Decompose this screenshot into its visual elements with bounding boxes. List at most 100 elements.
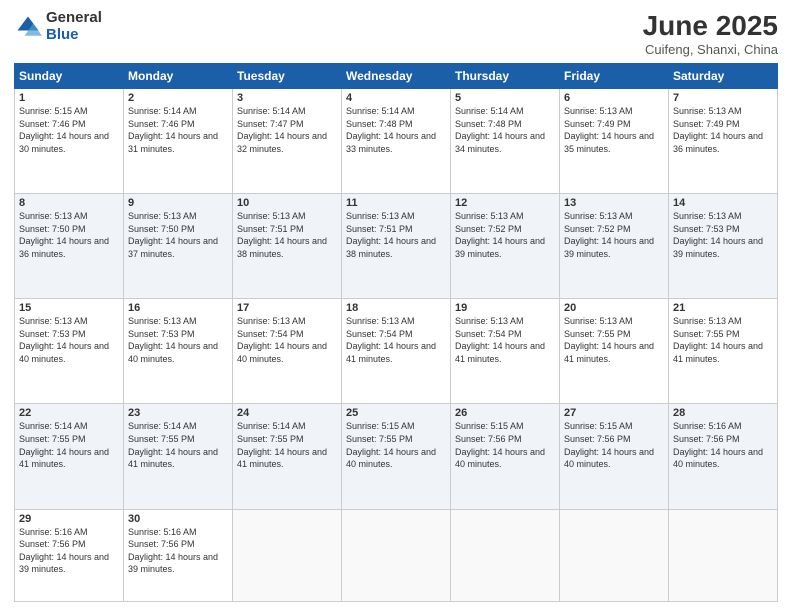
calendar-cell: 4 Sunrise: 5:14 AMSunset: 7:48 PMDayligh… <box>342 89 451 194</box>
day-info: Sunrise: 5:13 AMSunset: 7:54 PMDaylight:… <box>455 316 545 364</box>
day-info: Sunrise: 5:13 AMSunset: 7:53 PMDaylight:… <box>673 211 763 259</box>
day-number: 2 <box>128 92 228 104</box>
calendar-cell <box>342 509 451 602</box>
day-number: 20 <box>564 302 664 314</box>
day-info: Sunrise: 5:14 AMSunset: 7:55 PMDaylight:… <box>128 421 218 469</box>
calendar-cell <box>233 509 342 602</box>
calendar-cell: 16 Sunrise: 5:13 AMSunset: 7:53 PMDaylig… <box>124 299 233 404</box>
calendar-cell: 29 Sunrise: 5:16 AMSunset: 7:56 PMDaylig… <box>15 509 124 602</box>
day-number: 6 <box>564 92 664 104</box>
day-info: Sunrise: 5:15 AMSunset: 7:56 PMDaylight:… <box>455 421 545 469</box>
calendar-cell: 21 Sunrise: 5:13 AMSunset: 7:55 PMDaylig… <box>669 299 778 404</box>
logo-text: General Blue <box>46 10 102 43</box>
day-number: 13 <box>564 197 664 209</box>
day-info: Sunrise: 5:13 AMSunset: 7:54 PMDaylight:… <box>237 316 327 364</box>
day-number: 29 <box>19 513 119 525</box>
title-block: June 2025 Cuifeng, Shanxi, China <box>643 10 778 57</box>
day-info: Sunrise: 5:13 AMSunset: 7:54 PMDaylight:… <box>346 316 436 364</box>
calendar-cell <box>669 509 778 602</box>
page: General Blue June 2025 Cuifeng, Shanxi, … <box>0 0 792 612</box>
day-info: Sunrise: 5:13 AMSunset: 7:55 PMDaylight:… <box>564 316 654 364</box>
day-number: 5 <box>455 92 555 104</box>
day-number: 16 <box>128 302 228 314</box>
day-info: Sunrise: 5:15 AMSunset: 7:56 PMDaylight:… <box>564 421 654 469</box>
calendar-week-4: 22 Sunrise: 5:14 AMSunset: 7:55 PMDaylig… <box>15 404 778 509</box>
day-number: 7 <box>673 92 773 104</box>
calendar-cell <box>560 509 669 602</box>
day-info: Sunrise: 5:13 AMSunset: 7:51 PMDaylight:… <box>237 211 327 259</box>
calendar-cell: 5 Sunrise: 5:14 AMSunset: 7:48 PMDayligh… <box>451 89 560 194</box>
day-info: Sunrise: 5:13 AMSunset: 7:50 PMDaylight:… <box>128 211 218 259</box>
day-number: 11 <box>346 197 446 209</box>
day-info: Sunrise: 5:13 AMSunset: 7:53 PMDaylight:… <box>128 316 218 364</box>
day-info: Sunrise: 5:13 AMSunset: 7:52 PMDaylight:… <box>564 211 654 259</box>
day-number: 22 <box>19 407 119 419</box>
day-number: 9 <box>128 197 228 209</box>
calendar-cell: 22 Sunrise: 5:14 AMSunset: 7:55 PMDaylig… <box>15 404 124 509</box>
calendar-header-row: SundayMondayTuesdayWednesdayThursdayFrid… <box>15 64 778 89</box>
calendar-cell: 20 Sunrise: 5:13 AMSunset: 7:55 PMDaylig… <box>560 299 669 404</box>
calendar-cell: 18 Sunrise: 5:13 AMSunset: 7:54 PMDaylig… <box>342 299 451 404</box>
calendar-cell: 27 Sunrise: 5:15 AMSunset: 7:56 PMDaylig… <box>560 404 669 509</box>
day-info: Sunrise: 5:14 AMSunset: 7:47 PMDaylight:… <box>237 106 327 154</box>
calendar-cell: 1 Sunrise: 5:15 AMSunset: 7:46 PMDayligh… <box>15 89 124 194</box>
calendar-cell: 15 Sunrise: 5:13 AMSunset: 7:53 PMDaylig… <box>15 299 124 404</box>
calendar-table: SundayMondayTuesdayWednesdayThursdayFrid… <box>14 63 778 602</box>
calendar-cell: 24 Sunrise: 5:14 AMSunset: 7:55 PMDaylig… <box>233 404 342 509</box>
calendar-cell: 19 Sunrise: 5:13 AMSunset: 7:54 PMDaylig… <box>451 299 560 404</box>
calendar-week-5: 29 Sunrise: 5:16 AMSunset: 7:56 PMDaylig… <box>15 509 778 602</box>
calendar-cell: 13 Sunrise: 5:13 AMSunset: 7:52 PMDaylig… <box>560 194 669 299</box>
day-number: 4 <box>346 92 446 104</box>
day-header-thursday: Thursday <box>451 64 560 89</box>
day-header-tuesday: Tuesday <box>233 64 342 89</box>
day-info: Sunrise: 5:13 AMSunset: 7:55 PMDaylight:… <box>673 316 763 364</box>
day-number: 24 <box>237 407 337 419</box>
calendar-cell: 26 Sunrise: 5:15 AMSunset: 7:56 PMDaylig… <box>451 404 560 509</box>
day-info: Sunrise: 5:15 AMSunset: 7:55 PMDaylight:… <box>346 421 436 469</box>
day-info: Sunrise: 5:14 AMSunset: 7:55 PMDaylight:… <box>19 421 109 469</box>
calendar-cell: 6 Sunrise: 5:13 AMSunset: 7:49 PMDayligh… <box>560 89 669 194</box>
day-header-saturday: Saturday <box>669 64 778 89</box>
calendar-cell: 9 Sunrise: 5:13 AMSunset: 7:50 PMDayligh… <box>124 194 233 299</box>
logo-general: General <box>46 9 102 26</box>
day-info: Sunrise: 5:15 AMSunset: 7:46 PMDaylight:… <box>19 106 109 154</box>
day-number: 26 <box>455 407 555 419</box>
day-info: Sunrise: 5:13 AMSunset: 7:53 PMDaylight:… <box>19 316 109 364</box>
logo: General Blue <box>14 10 102 43</box>
day-info: Sunrise: 5:14 AMSunset: 7:46 PMDaylight:… <box>128 106 218 154</box>
day-info: Sunrise: 5:16 AMSunset: 7:56 PMDaylight:… <box>673 421 763 469</box>
logo-icon <box>14 13 42 41</box>
day-number: 28 <box>673 407 773 419</box>
day-number: 30 <box>128 513 228 525</box>
day-header-friday: Friday <box>560 64 669 89</box>
day-number: 1 <box>19 92 119 104</box>
day-header-sunday: Sunday <box>15 64 124 89</box>
calendar-week-2: 8 Sunrise: 5:13 AMSunset: 7:50 PMDayligh… <box>15 194 778 299</box>
day-info: Sunrise: 5:13 AMSunset: 7:49 PMDaylight:… <box>564 106 654 154</box>
calendar-cell: 7 Sunrise: 5:13 AMSunset: 7:49 PMDayligh… <box>669 89 778 194</box>
day-number: 10 <box>237 197 337 209</box>
calendar-cell: 11 Sunrise: 5:13 AMSunset: 7:51 PMDaylig… <box>342 194 451 299</box>
day-info: Sunrise: 5:14 AMSunset: 7:55 PMDaylight:… <box>237 421 327 469</box>
calendar-cell: 30 Sunrise: 5:16 AMSunset: 7:56 PMDaylig… <box>124 509 233 602</box>
calendar-cell: 8 Sunrise: 5:13 AMSunset: 7:50 PMDayligh… <box>15 194 124 299</box>
calendar-cell: 10 Sunrise: 5:13 AMSunset: 7:51 PMDaylig… <box>233 194 342 299</box>
day-header-monday: Monday <box>124 64 233 89</box>
month-title: June 2025 <box>643 10 778 42</box>
calendar-cell: 12 Sunrise: 5:13 AMSunset: 7:52 PMDaylig… <box>451 194 560 299</box>
calendar-cell: 17 Sunrise: 5:13 AMSunset: 7:54 PMDaylig… <box>233 299 342 404</box>
day-info: Sunrise: 5:16 AMSunset: 7:56 PMDaylight:… <box>128 527 218 575</box>
day-info: Sunrise: 5:13 AMSunset: 7:49 PMDaylight:… <box>673 106 763 154</box>
calendar-cell: 2 Sunrise: 5:14 AMSunset: 7:46 PMDayligh… <box>124 89 233 194</box>
day-info: Sunrise: 5:13 AMSunset: 7:51 PMDaylight:… <box>346 211 436 259</box>
location: Cuifeng, Shanxi, China <box>643 42 778 57</box>
header: General Blue June 2025 Cuifeng, Shanxi, … <box>14 10 778 57</box>
day-number: 3 <box>237 92 337 104</box>
day-number: 25 <box>346 407 446 419</box>
day-info: Sunrise: 5:13 AMSunset: 7:50 PMDaylight:… <box>19 211 109 259</box>
day-info: Sunrise: 5:14 AMSunset: 7:48 PMDaylight:… <box>346 106 436 154</box>
calendar-cell: 14 Sunrise: 5:13 AMSunset: 7:53 PMDaylig… <box>669 194 778 299</box>
calendar-week-3: 15 Sunrise: 5:13 AMSunset: 7:53 PMDaylig… <box>15 299 778 404</box>
day-number: 12 <box>455 197 555 209</box>
day-header-wednesday: Wednesday <box>342 64 451 89</box>
